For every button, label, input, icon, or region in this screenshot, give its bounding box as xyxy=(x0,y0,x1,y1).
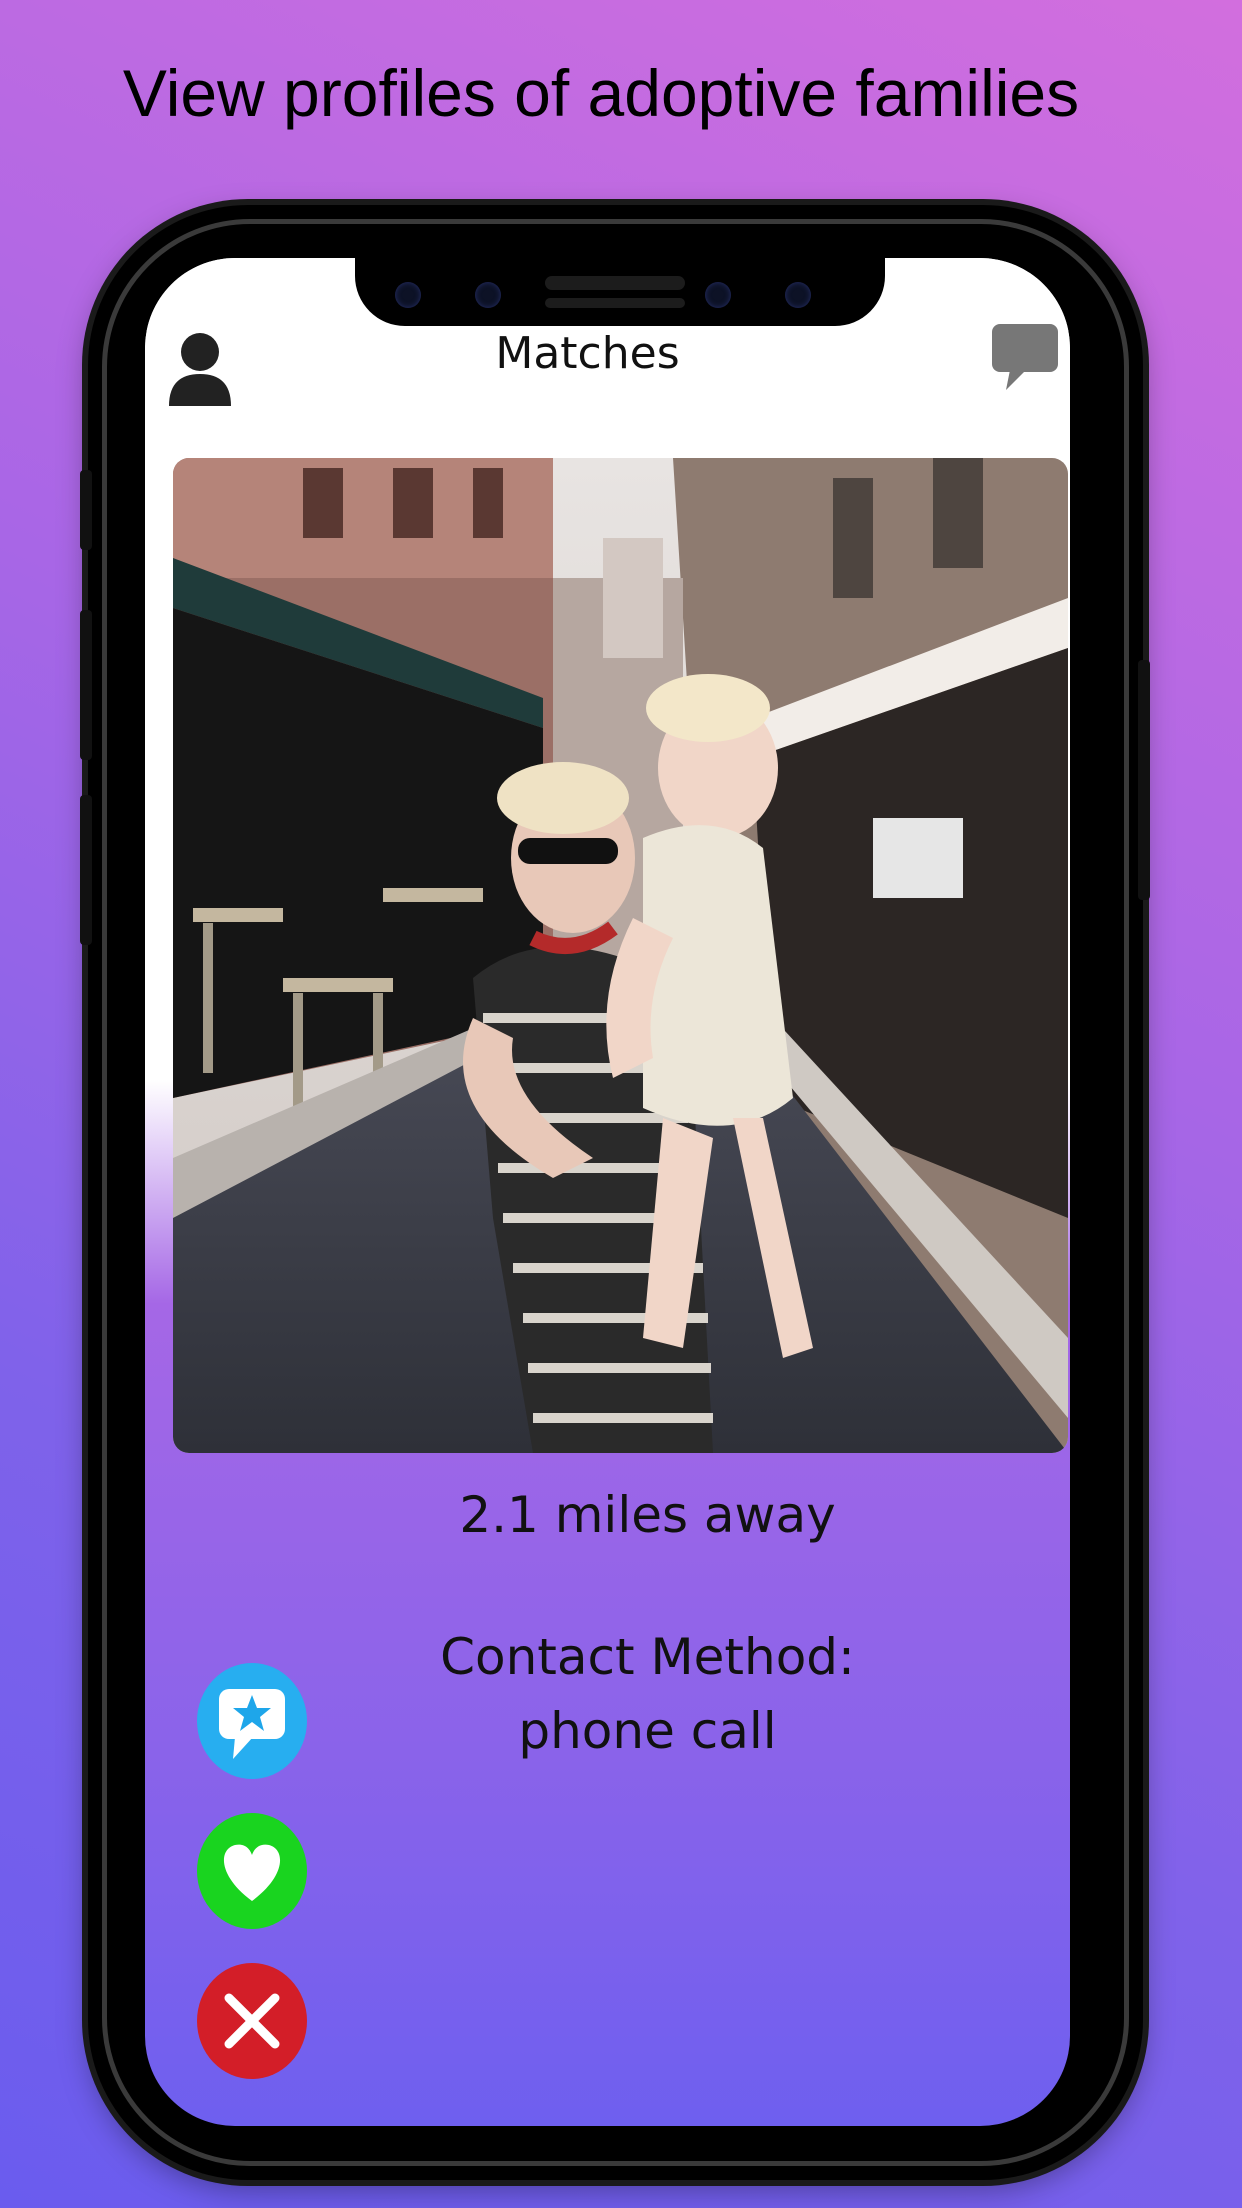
power-button xyxy=(1138,660,1150,900)
app-header: Matches xyxy=(145,318,1070,406)
volume-down-button xyxy=(80,795,92,945)
favorite-button[interactable] xyxy=(197,1663,307,1779)
messages-button[interactable] xyxy=(990,322,1060,392)
chat-bubble-icon xyxy=(992,324,1058,390)
profile-photo[interactable] xyxy=(173,458,1068,1453)
volume-up-button xyxy=(80,610,92,760)
heart-icon xyxy=(223,1844,281,1901)
like-button[interactable] xyxy=(197,1813,307,1929)
contact-method-value: phone call xyxy=(518,1702,777,1760)
pass-button[interactable] xyxy=(197,1963,307,2079)
phone-notch xyxy=(355,258,885,326)
mute-switch xyxy=(80,470,92,550)
distance-text: 2.1 miles away xyxy=(459,1486,836,1544)
star-message-icon xyxy=(219,1689,285,1759)
close-icon xyxy=(224,1993,280,2049)
page-title: Matches xyxy=(495,328,680,379)
family-photo-image xyxy=(173,458,1068,1453)
contact-method-label: Contact Method: xyxy=(440,1628,855,1686)
app-screen: Matches 2.1 miles away Contact Method: p… xyxy=(145,258,1070,2126)
promo-title: View profiles of adoptive families xyxy=(122,56,1080,130)
